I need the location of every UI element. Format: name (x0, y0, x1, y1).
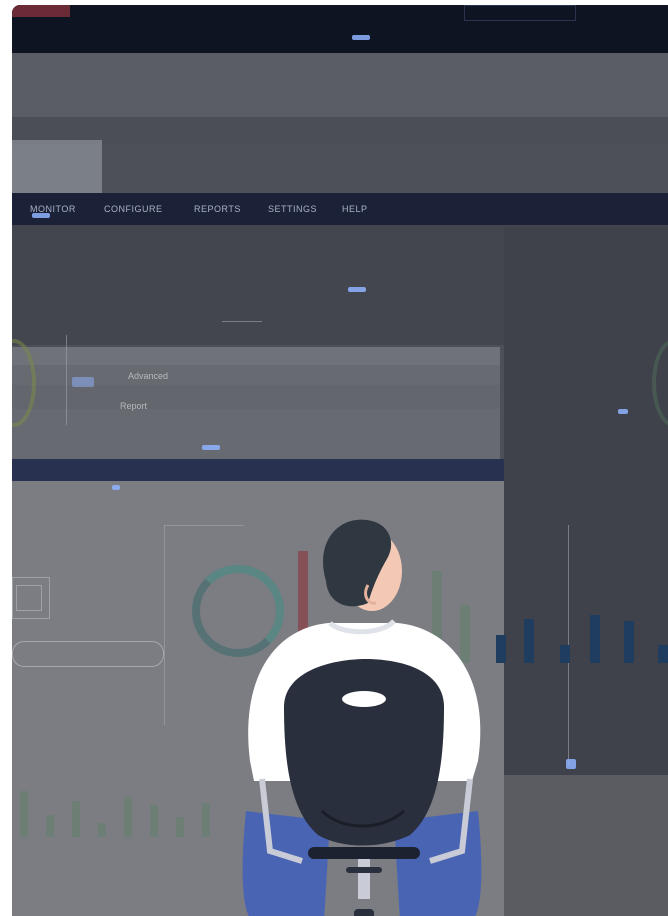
illustration-frame: MONITOR CONFIGURE REPORTS SETTINGS HELP … (12, 5, 668, 916)
app-window-tabs (12, 347, 500, 365)
bottom-right-panel (504, 775, 668, 916)
light-spark (352, 35, 370, 40)
advanced-label: Advanced (128, 371, 169, 381)
chair-post (358, 859, 370, 899)
chart-bar (560, 645, 570, 663)
chart-bar (46, 815, 54, 837)
light-spark (112, 485, 120, 490)
chart-bar (150, 805, 158, 837)
chart-bar (124, 797, 132, 837)
nav-item-reports: REPORTS (194, 204, 241, 214)
chart-bar (524, 619, 534, 663)
tab-red (12, 5, 70, 17)
report-label: Report (120, 401, 148, 411)
chart-bar (98, 823, 106, 837)
chart-bar (176, 817, 184, 837)
chair-lever (346, 867, 382, 873)
nav-item-configure: CONFIGURE (104, 204, 163, 214)
chair-back (284, 659, 444, 846)
light-spark (202, 445, 220, 450)
light-spark (32, 213, 50, 218)
square-icon-inner (16, 585, 42, 611)
nav-item-settings: SETTINGS (268, 204, 318, 214)
app-window: Advanced Report (12, 347, 500, 467)
chart-bar (590, 615, 600, 663)
chart-bar (624, 621, 634, 663)
light-spark (72, 377, 94, 387)
chair-seat (308, 847, 420, 859)
nav-item-help: HELP (342, 204, 368, 214)
browser-chrome (12, 5, 668, 53)
address-area (12, 53, 668, 117)
chair-handle-hole (342, 691, 386, 707)
guide-line (222, 321, 262, 322)
chart-bar (20, 791, 28, 837)
dark-strip (12, 459, 504, 481)
chart-bar (658, 645, 668, 663)
light-spark (618, 409, 628, 414)
light-spark (348, 287, 366, 292)
chart-bar (202, 803, 210, 837)
guide-line (164, 525, 165, 725)
chart-bar (496, 635, 506, 663)
app-window-toolbar (12, 385, 500, 409)
bookmark-bar (12, 117, 668, 145)
chart-bar (72, 801, 80, 837)
guide-line (66, 335, 67, 425)
tab-outline (464, 5, 576, 21)
chair-wheel (354, 909, 374, 916)
search-pill (12, 641, 164, 667)
person-illustration (242, 519, 482, 916)
light-spark (566, 759, 576, 769)
